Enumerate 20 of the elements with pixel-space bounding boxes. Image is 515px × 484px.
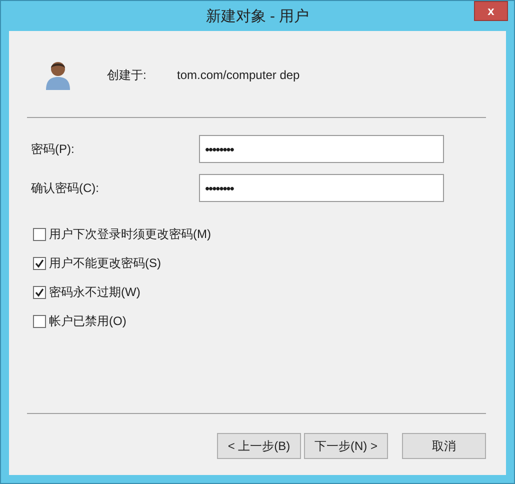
field-label: 确认密码(C):	[30, 180, 100, 196]
user-icon	[45, 60, 71, 90]
checkbox-label: 用户不能更改密码(S)	[49, 255, 161, 272]
checkbox-label: 帐户已禁用(O)	[49, 313, 126, 330]
checkbox-label: 用户下次登录时须更改密码(M)	[49, 226, 211, 243]
window-title: 新建对象 - 用户	[206, 6, 310, 26]
cancel-button[interactable]: 取消	[402, 433, 486, 459]
close-button[interactable]: x	[474, 1, 508, 21]
wizard-nav-button[interactable]: 下一步(N) >	[304, 433, 388, 459]
checkbox[interactable]	[33, 228, 46, 241]
wizard-nav-button[interactable]: < 上一步(B)	[217, 433, 301, 459]
created-in-label: 创建于:	[107, 66, 148, 84]
password-field[interactable]: ••••••••	[199, 135, 444, 163]
password-field[interactable]: ••••••••	[199, 174, 444, 202]
checkbox[interactable]	[33, 257, 46, 270]
checkbox[interactable]	[33, 286, 46, 299]
checkbox-label: 密码永不过期(W)	[49, 284, 140, 301]
checkbox[interactable]	[33, 315, 46, 328]
container-path: tom.com/computer dep	[177, 68, 300, 82]
field-label: 密码(P):	[30, 140, 76, 158]
